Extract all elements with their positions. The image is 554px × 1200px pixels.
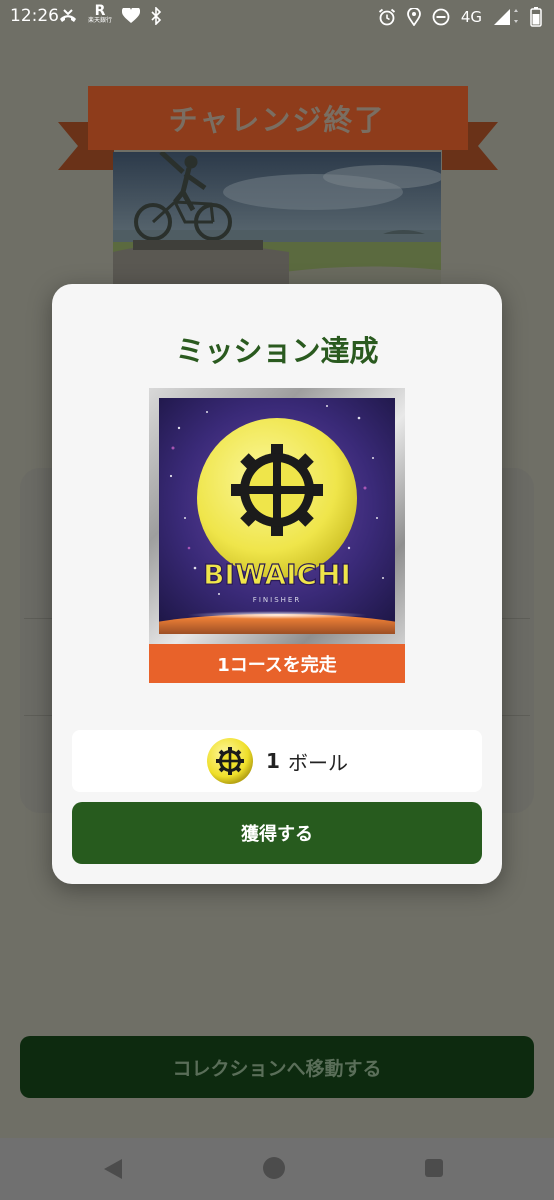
- battery-icon: [530, 7, 542, 27]
- status-bar: 12:26 R 楽天銀行 4G: [0, 0, 554, 34]
- status-time: 12:26: [10, 6, 59, 26]
- bluetooth-icon: [151, 7, 162, 25]
- mission-complete-dialog: ミッション達成 BIWAICHI FINISHER 1コースを完走 1 ボール …: [52, 284, 502, 884]
- gear-ball-icon: [207, 738, 254, 784]
- reward-quantity: 1: [266, 749, 280, 773]
- badge-caption: 1コースを完走: [149, 644, 405, 683]
- location-icon: [406, 8, 421, 26]
- challenge-photo: [113, 152, 441, 284]
- back-icon[interactable]: [104, 1159, 122, 1179]
- network-type: 4G: [460, 8, 482, 26]
- heart-icon: [122, 8, 141, 23]
- badge-frame: BIWAICHI FINISHER: [149, 388, 405, 644]
- alarm-icon: [378, 8, 395, 26]
- ribbon-title: チャレンジ終了: [168, 103, 386, 137]
- missed-call-icon: [60, 9, 76, 22]
- reward-unit: ボール: [287, 750, 348, 775]
- badge-subtitle: FINISHER: [253, 596, 301, 604]
- dialog-title: ミッション達成: [175, 334, 379, 368]
- do-not-disturb-icon: [432, 8, 450, 26]
- rakuten-bank-icon: R 楽天銀行: [88, 3, 113, 24]
- biwaichi-finisher-badge: BIWAICHI FINISHER: [159, 398, 395, 634]
- badge-name: BIWAICHI: [203, 558, 351, 591]
- acquire-button[interactable]: 獲得する: [72, 802, 482, 864]
- reward-box: 1 ボール: [72, 730, 482, 792]
- home-icon[interactable]: [263, 1157, 285, 1179]
- recent-apps-icon[interactable]: [425, 1159, 443, 1177]
- signal-icon: [494, 9, 518, 25]
- go-to-collection-button[interactable]: コレクションへ移動する: [20, 1036, 534, 1098]
